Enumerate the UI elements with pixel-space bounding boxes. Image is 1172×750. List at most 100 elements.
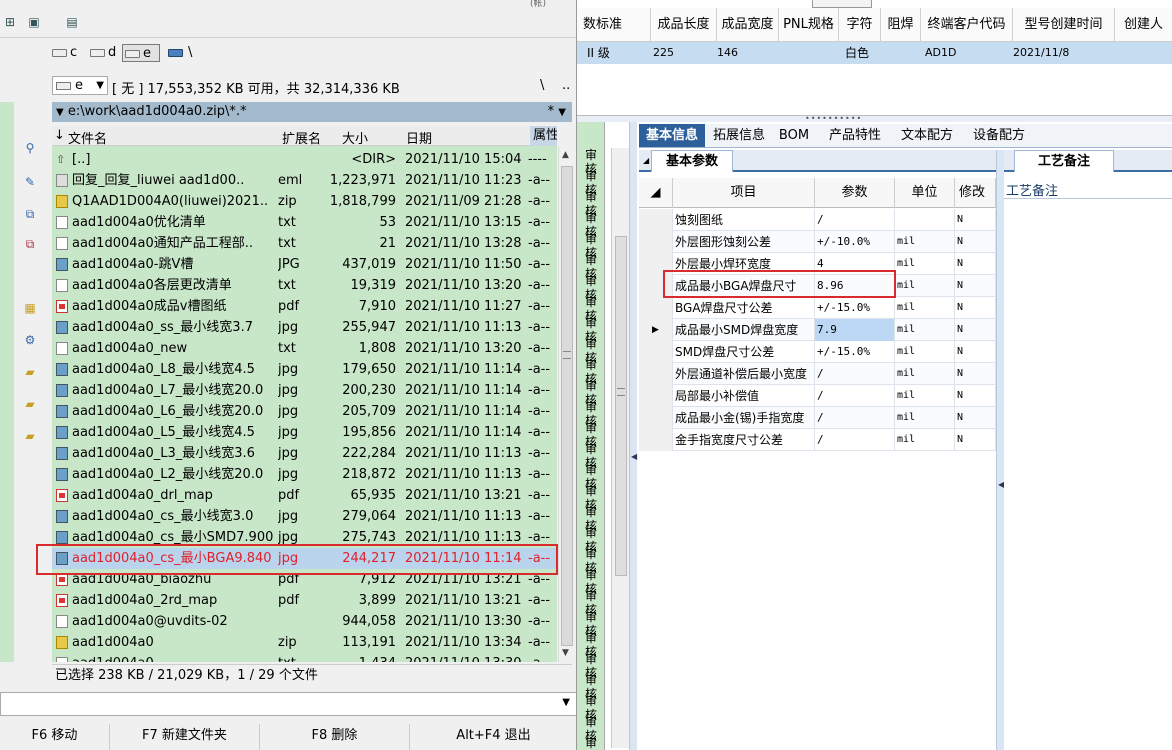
param-modify[interactable]: N: [955, 385, 996, 407]
param-value[interactable]: +/-15.0%: [815, 341, 895, 363]
file-row[interactable]: aad1d004a0_new txt 1,808 2021/11/10 13:20 -a…: [52, 338, 557, 359]
file-row[interactable]: aad1d004a0_L6_最小线宽20.0 jpg 205,709 2021/11/…: [52, 401, 557, 422]
pack-icon[interactable]: ▣: [26, 14, 42, 30]
network-drive-button[interactable]: \: [168, 44, 192, 62]
file-row[interactable]: ⇧ [..] <DIR> 2021/11/10 15:04 ----: [52, 149, 557, 170]
param-modify[interactable]: N: [955, 297, 996, 319]
param-row[interactable]: ▶ 成品最小SMD焊盘宽度 7.9 mil N: [639, 319, 996, 341]
panel-splitter[interactable]: ◀: [629, 122, 637, 750]
col-creator[interactable]: 创建人: [1115, 8, 1172, 42]
param-row[interactable]: SMD焊盘尺寸公差 +/-15.0% mil N: [639, 341, 996, 363]
col-char[interactable]: 字符: [839, 8, 881, 42]
column-ext[interactable]: 扩展名: [282, 128, 321, 147]
param-row[interactable]: BGA焊盘尺寸公差 +/-15.0% mil N: [639, 297, 996, 319]
top-tab[interactable]: [812, 0, 872, 8]
param-modify[interactable]: N: [955, 319, 996, 341]
file-row[interactable]: aad1d004a0_biaozhu pdf 7,912 2021/11/10 13:…: [52, 569, 557, 590]
file-row[interactable]: aad1d004a0-跳V槽 JPG 437,019 2021/11/10 11:50…: [52, 254, 557, 275]
scroll-up-icon[interactable]: ▲: [562, 150, 569, 160]
param-value[interactable]: /: [815, 407, 895, 429]
param-modify[interactable]: N: [955, 209, 996, 231]
f8-delete-button[interactable]: F8 删除: [260, 724, 410, 750]
param-row[interactable]: 金手指宽度尺寸公差 / mil N: [639, 429, 996, 451]
gear-icon[interactable]: ⚙: [22, 332, 38, 348]
col-length[interactable]: 成品长度: [651, 8, 717, 42]
file-row[interactable]: aad1d004a0txt1,434 2021/11/10 13:30-a--: [52, 653, 557, 662]
drive-c-button[interactable]: c: [52, 44, 77, 62]
scroll-down-icon[interactable]: ▼: [562, 648, 569, 658]
param-value[interactable]: /: [815, 363, 895, 385]
param-value[interactable]: 7.9: [815, 319, 895, 341]
file-row[interactable]: aad1d004a0_L5_最小线宽4.5 jpg 195,856 2021/11/1…: [52, 422, 557, 443]
f6-move-button[interactable]: F6 移动: [0, 724, 110, 750]
file-row[interactable]: aad1d004a0 zip 113,191 2021/11/10 13:34 -a--: [52, 632, 557, 653]
param-modify[interactable]: N: [955, 429, 996, 451]
tree-icon[interactable]: ⊞: [2, 14, 18, 30]
param-value[interactable]: /: [815, 429, 895, 451]
param-value[interactable]: +/-15.0%: [815, 297, 895, 319]
file-row[interactable]: aad1d004a0_2rd_map pdf 3,899 2021/11/10 13:…: [52, 590, 557, 611]
file-row[interactable]: aad1d004a0_cs_最小BGA9.840 jpg 244,217 2021/1…: [52, 548, 557, 569]
param-row[interactable]: 局部最小补偿值 / mil N: [639, 385, 996, 407]
folder-icon[interactable]: ▰: [22, 428, 38, 444]
model-grid-row[interactable]: II 级 225 146 白色 AD1D 2021/11/8: [577, 42, 1172, 64]
file-row[interactable]: aad1d004a0_L8_最小线宽4.5 jpg 179,650 2021/11/1…: [52, 359, 557, 380]
file-list[interactable]: ↓ 文件名 扩展名 大小 日期 属性 ⇧ [..] <DIR> 2021/11/10 …: [52, 126, 557, 662]
column-date[interactable]: 日期: [406, 128, 432, 147]
param-row[interactable]: 成品最小金(锡)手指宽度 / mil N: [639, 407, 996, 429]
param-modify[interactable]: N: [955, 363, 996, 385]
notepad-icon[interactable]: ▤: [64, 14, 80, 30]
file-row[interactable]: Q1AAD1D004A0(liuwei)2021.. zip 1,818,799 20…: [52, 191, 557, 212]
file-row[interactable]: 回复_回复_liuwei aad1d00.. eml 1,223,971 2021/1…: [52, 170, 557, 191]
param-row[interactable]: 外层最小焊环宽度 4 mil N: [639, 253, 996, 275]
drive-d-button[interactable]: d: [90, 44, 116, 62]
command-line-input[interactable]: ▼: [0, 692, 576, 716]
col-pnl[interactable]: PNL规格: [779, 8, 839, 42]
param-value[interactable]: 8.96: [815, 275, 895, 297]
file-row[interactable]: aad1d004a0通知产品工程部.. txt 21 2021/11/10 13:28…: [52, 233, 557, 254]
param-modify[interactable]: N: [955, 275, 996, 297]
param-modify[interactable]: N: [955, 253, 996, 275]
col-modify[interactable]: 修改: [955, 178, 996, 208]
file-list-scrollbar[interactable]: ▲ ▼: [558, 146, 574, 662]
col-mask[interactable]: 阻焊: [881, 8, 921, 42]
file-row[interactable]: aad1d004a0_L3_最小线宽3.6 jpg 222,284 2021/11/1…: [52, 443, 557, 464]
param-value[interactable]: +/-10.0%: [815, 231, 895, 253]
file-row[interactable]: aad1d004a0@uvdits-02 944,058 2021/11/10 13…: [52, 611, 557, 632]
folder-icon[interactable]: ▰: [22, 396, 38, 412]
param-value[interactable]: /: [815, 209, 895, 231]
scroll-thumb[interactable]: [561, 166, 573, 646]
file-row[interactable]: aad1d004a0优化清单 txt 53 2021/11/10 13:15 -a--: [52, 212, 557, 233]
tab-extended-info[interactable]: 拓展信息: [707, 124, 771, 147]
move-icon[interactable]: ⧉: [22, 236, 38, 252]
param-row[interactable]: 蚀刻图纸 / N: [639, 209, 996, 231]
f7-new-folder-button[interactable]: F7 新建文件夹: [110, 724, 260, 750]
col-item[interactable]: 项目: [673, 178, 815, 208]
tab-bom[interactable]: BOM: [773, 124, 815, 147]
filter-indicator[interactable]: * ▼: [548, 102, 566, 123]
current-path-bar[interactable]: ▼ e:\work\aad1d004a0.zip\*.* * ▼: [52, 102, 572, 122]
col-unit[interactable]: 单位: [895, 178, 955, 208]
tab-basic-info[interactable]: 基本信息: [639, 124, 705, 147]
file-row[interactable]: aad1d004a0成品v槽图纸 pdf 7,910 2021/11/10 11:27…: [52, 296, 557, 317]
file-row[interactable]: aad1d004a0_drl_map pdf 65,935 2021/11/10 13…: [52, 485, 557, 506]
edit-icon[interactable]: ✎: [22, 174, 38, 190]
drive-e-button[interactable]: e: [122, 44, 160, 62]
param-row[interactable]: 成品最小BGA焊盘尺寸 8.96 mil N: [639, 275, 996, 297]
file-row[interactable]: aad1d004a0_L2_最小线宽20.0 jpg 218,872 2021/11/…: [52, 464, 557, 485]
param-value[interactable]: /: [815, 385, 895, 407]
col-created[interactable]: 型号创建时间: [1013, 8, 1115, 42]
grid-splitter[interactable]: ••••••••••: [577, 115, 1172, 123]
search-icon[interactable]: ⚲: [22, 140, 38, 156]
file-row[interactable]: aad1d004a0_L7_最小线宽20.0 jpg 200,230 2021/11/…: [52, 380, 557, 401]
folder-icon[interactable]: ▰: [22, 364, 38, 380]
tab-equipment-recipe[interactable]: 设备配方: [963, 124, 1035, 147]
col-customer[interactable]: 终端客户代码: [921, 8, 1013, 42]
copy-icon[interactable]: ⧉: [22, 206, 38, 222]
process-remarks-title[interactable]: 工艺备注: [1014, 150, 1114, 172]
col-std[interactable]: 数标准: [577, 8, 651, 42]
column-size[interactable]: 大小: [342, 128, 368, 147]
scroll-thumb[interactable]: [615, 236, 627, 576]
col-width[interactable]: 成品宽度: [717, 8, 779, 42]
param-modify[interactable]: N: [955, 341, 996, 363]
